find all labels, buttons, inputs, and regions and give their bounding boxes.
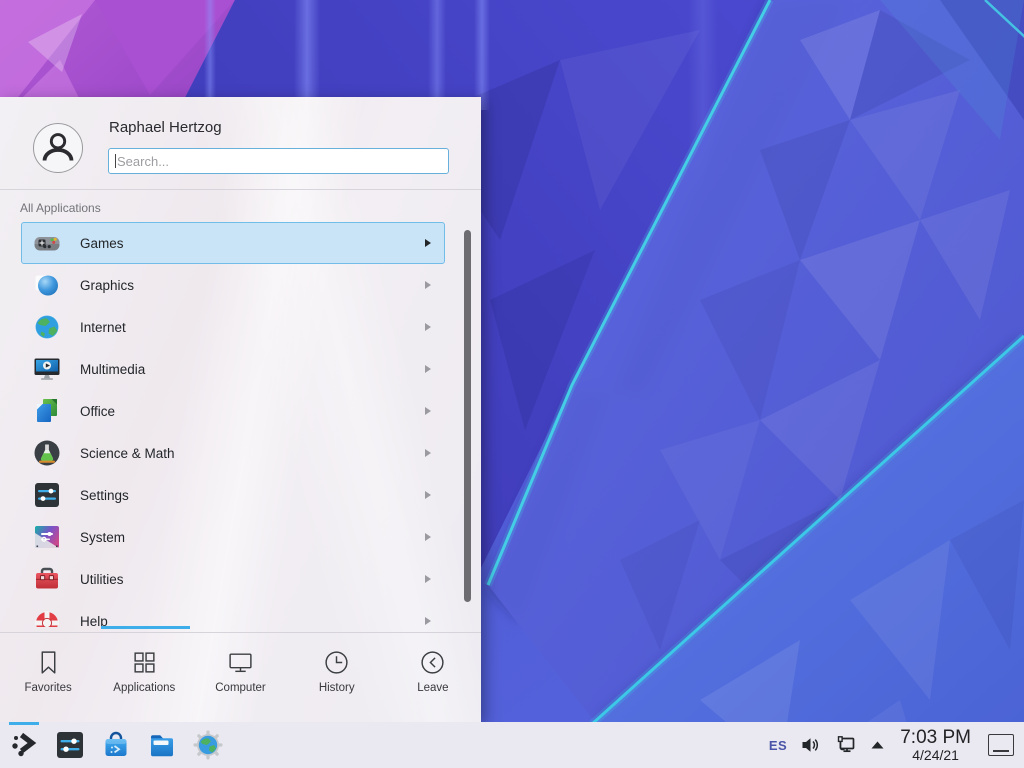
- category-help[interactable]: Help: [21, 600, 445, 627]
- launcher-tab-bar: Favorites Applications Computer: [0, 632, 481, 722]
- chevron-right-icon: [425, 407, 431, 415]
- active-tab-indicator: [101, 626, 190, 629]
- chevron-right-icon: [425, 281, 431, 289]
- gamepad-icon: [33, 229, 61, 257]
- documents-icon: [33, 397, 61, 425]
- clock-time: 7:03 PM: [900, 728, 971, 748]
- show-desktop-button[interactable]: [988, 734, 1014, 756]
- text-cursor: [115, 154, 116, 168]
- clock-date: 4/24/21: [912, 748, 959, 763]
- desktop: Raphael Hertzog All Applications: [0, 0, 1024, 768]
- chevron-right-icon: [425, 365, 431, 373]
- network-icon[interactable]: [835, 734, 857, 756]
- file-manager-icon[interactable]: [146, 729, 178, 761]
- search-input[interactable]: [108, 148, 449, 174]
- kde-launcher-icon: [8, 729, 40, 761]
- grid-icon: [131, 649, 158, 676]
- tab-applications[interactable]: Applications: [96, 633, 192, 722]
- leave-icon: [419, 649, 446, 676]
- section-label: All Applications: [20, 201, 101, 215]
- expand-tray-icon[interactable]: [870, 740, 885, 750]
- category-internet[interactable]: Internet: [21, 306, 445, 348]
- globe-icon: [33, 313, 61, 341]
- volume-icon[interactable]: [800, 734, 822, 756]
- application-launcher-button[interactable]: [8, 729, 40, 761]
- chevron-right-icon: [425, 239, 431, 247]
- category-multimedia[interactable]: Multimedia: [21, 348, 445, 390]
- chevron-right-icon: [425, 617, 431, 625]
- user-avatar[interactable]: [33, 123, 83, 173]
- monitor-play-icon: [33, 355, 61, 383]
- chevron-right-icon: [425, 491, 431, 499]
- web-browser-icon[interactable]: [192, 729, 224, 761]
- chevron-right-icon: [425, 323, 431, 331]
- scrollbar-thumb[interactable]: [464, 230, 471, 602]
- history-clock-icon: [323, 649, 350, 676]
- taskbar-panel: ES 7:03 PM 4/24/21: [0, 722, 1024, 768]
- toolbox-icon: [33, 565, 61, 593]
- tab-leave[interactable]: Leave: [385, 633, 481, 722]
- category-settings[interactable]: Settings: [21, 474, 445, 516]
- lifebuoy-icon: [33, 607, 61, 627]
- category-games[interactable]: Games: [21, 222, 445, 264]
- category-office[interactable]: Office: [21, 390, 445, 432]
- category-system[interactable]: System: [21, 516, 445, 558]
- category-graphics[interactable]: Graphics: [21, 264, 445, 306]
- launcher-header: Raphael Hertzog: [0, 97, 481, 190]
- category-science-math[interactable]: Science & Math: [21, 432, 445, 474]
- tab-favorites[interactable]: Favorites: [0, 633, 96, 722]
- system-tray: ES 7:03 PM 4/24/21: [769, 728, 1014, 763]
- category-list: Games Graphics: [0, 222, 481, 627]
- system-gradient-icon: [33, 523, 61, 551]
- chevron-right-icon: [425, 449, 431, 457]
- taskbar-launchers: [8, 729, 224, 761]
- computer-icon: [227, 649, 254, 676]
- flask-icon: [33, 439, 61, 467]
- keyboard-layout-indicator[interactable]: ES: [769, 738, 787, 753]
- active-launcher-indicator: [9, 722, 39, 725]
- chevron-right-icon: [425, 533, 431, 541]
- bookmark-icon: [35, 649, 62, 676]
- application-launcher-menu: Raphael Hertzog All Applications: [0, 97, 481, 722]
- digital-clock[interactable]: 7:03 PM 4/24/21: [898, 728, 973, 763]
- discover-software-center-icon[interactable]: [100, 729, 132, 761]
- system-settings-icon[interactable]: [54, 729, 86, 761]
- tab-history[interactable]: History: [289, 633, 385, 722]
- sliders-icon: [33, 481, 61, 509]
- tab-computer[interactable]: Computer: [192, 633, 288, 722]
- sphere-icon: [33, 271, 61, 299]
- category-utilities[interactable]: Utilities: [21, 558, 445, 600]
- chevron-right-icon: [425, 575, 431, 583]
- user-name: Raphael Hertzog: [109, 119, 222, 136]
